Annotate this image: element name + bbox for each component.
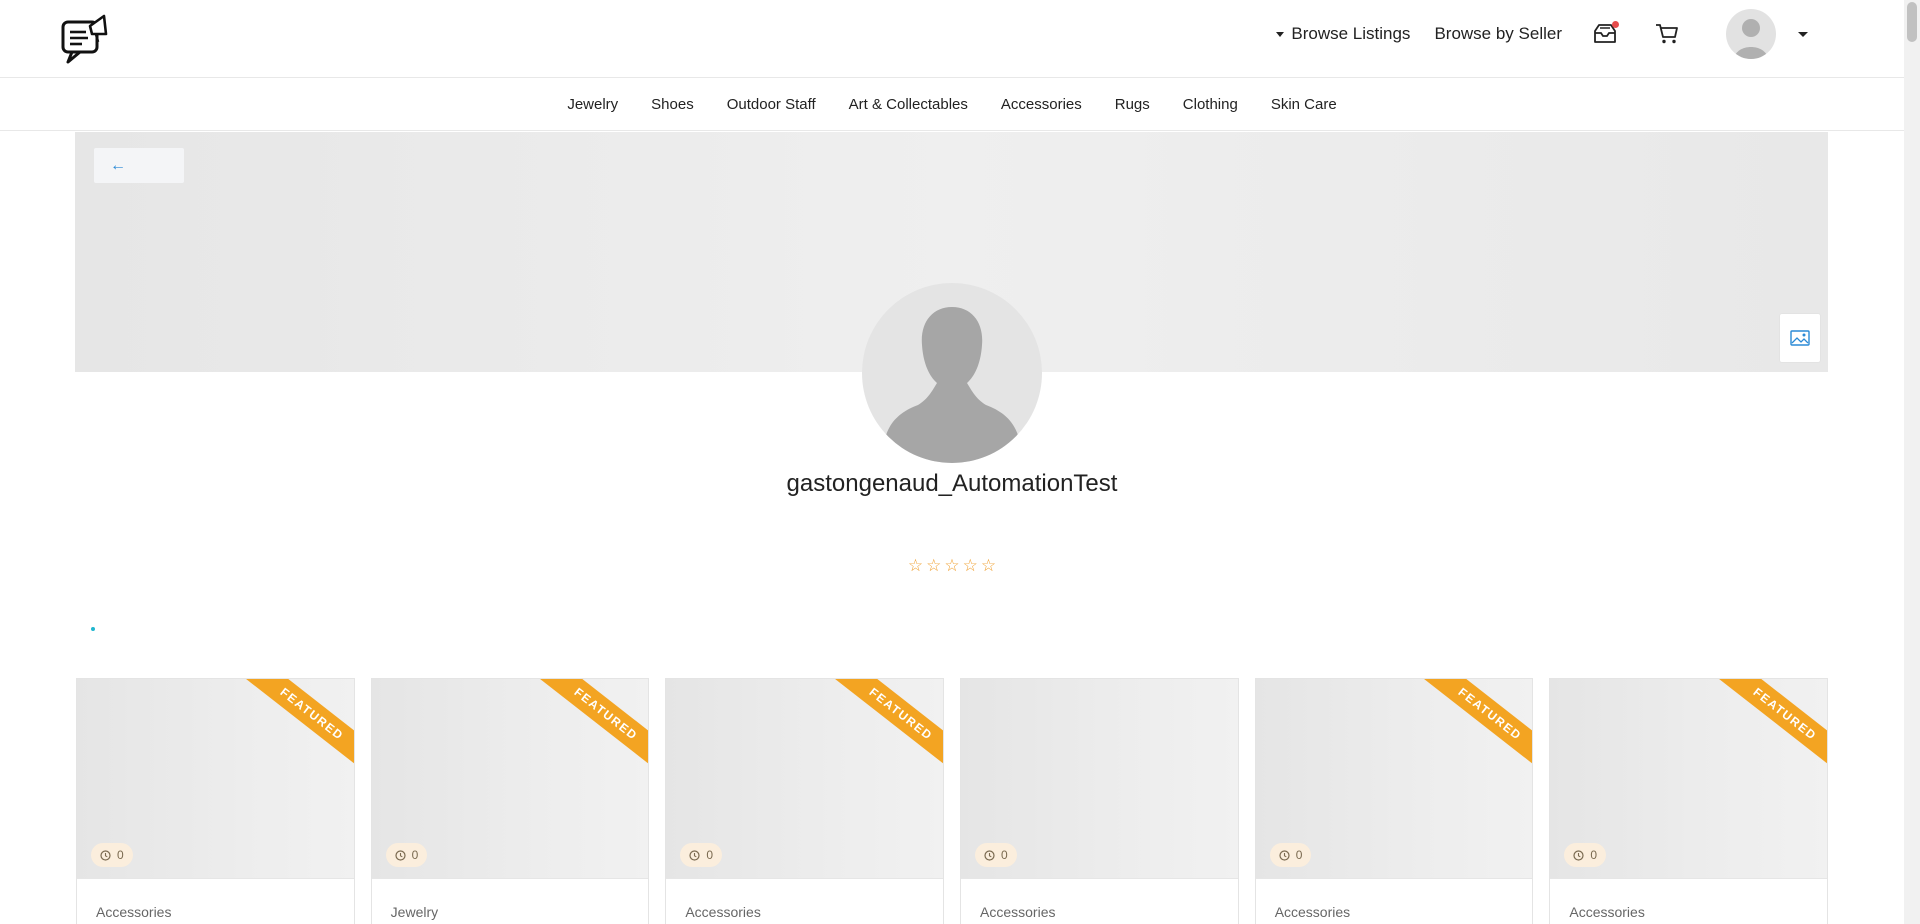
user-menu[interactable] [1726, 9, 1808, 59]
category-accessories[interactable]: Accessories [1001, 96, 1082, 113]
profile-username: gastongenaud_AutomationTest [786, 470, 1118, 497]
timer-badge: 0 [680, 843, 723, 867]
listing-category: Accessories [96, 904, 172, 920]
featured-ribbon: FEATURED [244, 679, 354, 771]
listing-category: Accessories [1274, 904, 1351, 920]
clock-icon [1573, 849, 1584, 861]
featured-ribbon: FEATURED [539, 679, 649, 771]
star-icon: ☆ [926, 556, 942, 575]
inbox-button[interactable] [1590, 19, 1620, 49]
timer-value: 0 [117, 848, 124, 862]
timer-value: 0 [1590, 848, 1598, 862]
timer-badge: 0 [385, 843, 428, 867]
timer-value: 0 [706, 848, 714, 862]
category-outdoor-staff[interactable]: Outdoor Staff [727, 96, 816, 113]
listing-image: FEATURED 0 [77, 679, 354, 879]
clock-icon [395, 849, 406, 861]
featured-ribbon: FEATURED [833, 679, 944, 771]
category-art-collectables[interactable]: Art & Collectables [849, 96, 968, 113]
listing-category: Jewelry [390, 904, 439, 920]
rating-stars: ☆ ☆ ☆ ☆ ☆ [0, 557, 1904, 574]
category-jewelry[interactable]: Jewelry [567, 96, 618, 113]
listing-image: FEATURED 0 [1550, 679, 1828, 879]
listing-image: FEATURED 0 [666, 679, 944, 879]
back-arrow-icon: ← [110, 156, 126, 174]
listing-grid: FEATURED 0 Accessories FEATURED 0 Jewelr… [76, 678, 1829, 924]
listing-card[interactable]: FEATURED 0 Accessories [1549, 678, 1829, 924]
listing-image: 0 [961, 679, 1238, 879]
clock-icon [984, 849, 995, 861]
category-nav: Jewelry Shoes Outdoor Staff Art & Collec… [0, 78, 1904, 131]
timer-badge: 0 [975, 843, 1017, 867]
cart-button[interactable] [1652, 19, 1682, 49]
image-icon [1790, 330, 1810, 346]
timer-badge: 0 [1269, 843, 1312, 867]
browse-by-seller-link[interactable]: Browse by Seller [1434, 24, 1562, 44]
browse-by-seller-label: Browse by Seller [1434, 24, 1562, 43]
listing-category: Accessories [980, 904, 1056, 920]
listing-category: Accessories [685, 904, 761, 920]
timer-value: 0 [411, 848, 419, 862]
listing-image: FEATURED 0 [371, 679, 649, 879]
category-skin-care[interactable]: Skin Care [1271, 96, 1337, 113]
listing-card[interactable]: FEATURED 0 Accessories [1254, 678, 1534, 924]
clock-icon [1279, 849, 1290, 861]
header: Browse Listings Browse by Seller [0, 0, 1904, 78]
top-nav: Browse Listings Browse by Seller [1276, 9, 1808, 59]
timer-badge: 0 [91, 843, 133, 867]
category-rugs[interactable]: Rugs [1115, 96, 1150, 113]
caret-down-icon [1798, 31, 1808, 37]
loading-dot [91, 627, 95, 631]
avatar [1726, 9, 1776, 59]
star-icon: ☆ [962, 556, 978, 575]
timer-value: 0 [1001, 848, 1008, 862]
scrollbar[interactable] [1904, 0, 1920, 924]
listing-image: FEATURED 0 [1255, 679, 1533, 879]
scrollbar-thumb[interactable] [1907, 2, 1917, 42]
cart-icon [1656, 24, 1678, 44]
browse-listings-label: Browse Listings [1291, 24, 1411, 43]
caret-down-icon [1276, 31, 1285, 37]
profile-avatar [862, 283, 1042, 463]
clock-icon [100, 849, 111, 861]
listing-card[interactable]: 0 Accessories [960, 678, 1239, 924]
category-clothing[interactable]: Clothing [1183, 96, 1238, 113]
notification-dot [1612, 21, 1619, 28]
listing-card[interactable]: FEATURED 0 Accessories [665, 678, 945, 924]
logo-icon[interactable] [60, 12, 112, 66]
star-icon: ☆ [907, 556, 924, 575]
timer-badge: 0 [1564, 843, 1607, 867]
star-icon: ☆ [944, 556, 960, 575]
star-icon: ☆ [980, 556, 997, 575]
listing-category: Accessories [1569, 904, 1645, 920]
listing-card[interactable]: FEATURED 0 Jewelry [370, 678, 650, 924]
featured-ribbon: FEATURED [1423, 679, 1533, 771]
featured-ribbon: FEATURED [1717, 679, 1828, 771]
listing-card[interactable]: FEATURED 0 Accessories [76, 678, 355, 924]
change-banner-button[interactable] [1779, 313, 1821, 363]
back-button[interactable]: ← [94, 148, 184, 183]
page: Browse Listings Browse by Seller Jewelry… [0, 0, 1920, 924]
browse-listings-dropdown[interactable]: Browse Listings [1276, 24, 1410, 44]
timer-value: 0 [1295, 848, 1303, 862]
category-shoes[interactable]: Shoes [651, 96, 694, 113]
clock-icon [689, 849, 700, 861]
